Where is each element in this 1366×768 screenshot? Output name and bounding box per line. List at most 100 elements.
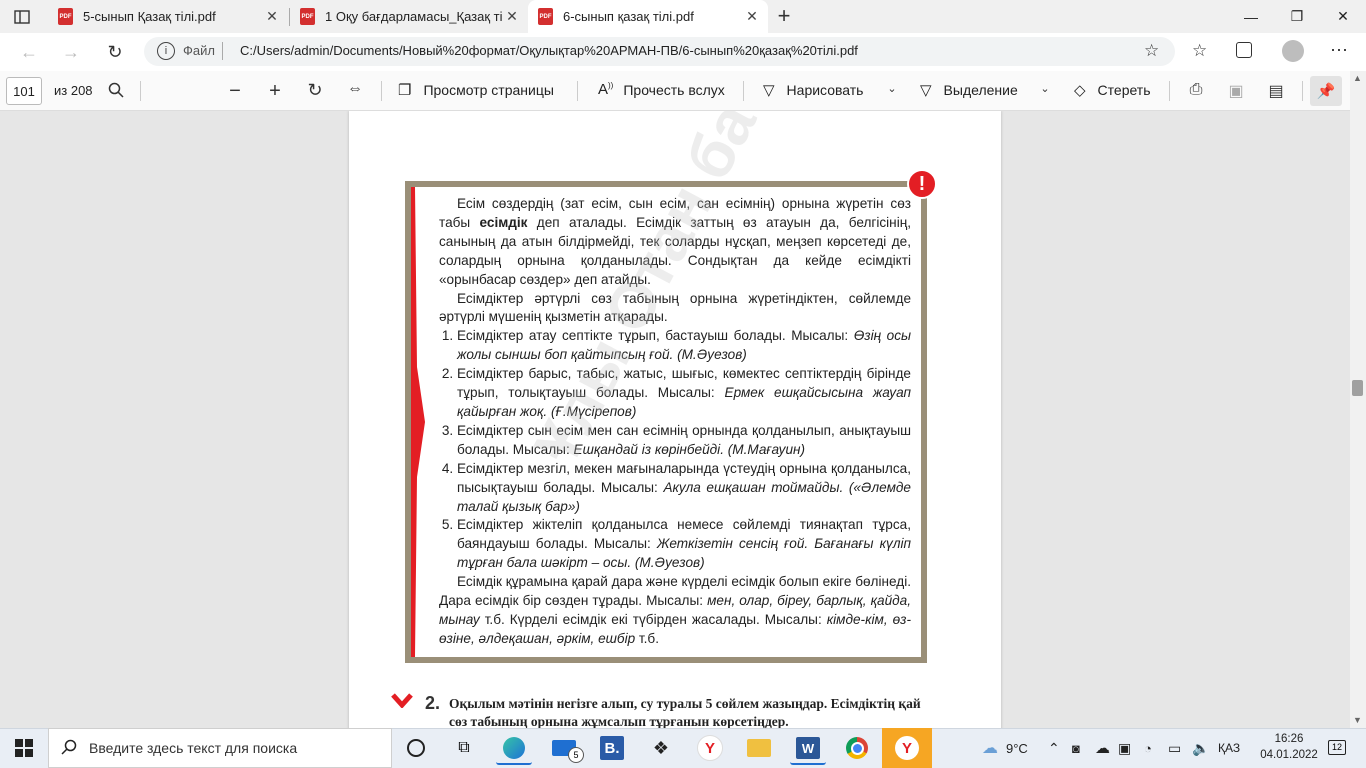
rotate-icon[interactable]: ↻: [303, 80, 327, 101]
tab-actions-icon[interactable]: [12, 7, 32, 27]
search-placeholder: Введите здесь текст для поиска: [89, 740, 298, 756]
clock-time: 16:26: [1274, 733, 1304, 745]
task-number: 2.: [425, 693, 441, 713]
zoom-out-icon[interactable]: −: [223, 80, 247, 103]
pdf-icon: PDF: [300, 8, 315, 25]
forward-button[interactable]: →: [56, 37, 86, 67]
cloud-icon: ☁: [982, 740, 998, 757]
scroll-down-icon[interactable]: ▼: [1353, 715, 1362, 725]
scroll-up-icon[interactable]: ▲: [1353, 73, 1362, 83]
red-stripe-decoration: [411, 187, 425, 657]
windows-icon: [15, 739, 33, 757]
erase-button[interactable]: ◇ Стереть: [1074, 81, 1151, 99]
toolbar-divider: [577, 81, 578, 101]
more-menu-icon[interactable]: ⋯: [1330, 40, 1348, 61]
fit-page-icon[interactable]: ⇔: [343, 80, 367, 98]
tab-1[interactable]: PDF 5-сынып Қазақ тілі.pdf ✕: [48, 0, 288, 33]
b-app-icon[interactable]: B.: [594, 733, 630, 763]
vertical-scrollbar[interactable]: [1350, 71, 1366, 728]
page-total: из 208: [54, 83, 93, 98]
weather-temp: 9°C: [1006, 740, 1028, 756]
erase-label: Стереть: [1097, 82, 1151, 98]
scrollbar-thumb[interactable]: [1352, 380, 1363, 396]
tab-3-active[interactable]: PDF 6-сынып қазақ тілі.pdf ✕: [528, 0, 768, 33]
battery-icon[interactable]: ▭: [1168, 728, 1181, 768]
draw-icon: ▽: [763, 82, 775, 99]
highlight-button[interactable]: ▽ Выделение: [920, 81, 1018, 99]
profile-avatar[interactable]: [1282, 40, 1304, 62]
draw-button[interactable]: ▽ Нарисовать: [763, 81, 863, 99]
close-window-button[interactable]: ✕: [1320, 0, 1366, 33]
list-item: Есімдіктер мезгіл, мекен мағыналарында ү…: [457, 460, 911, 517]
info-icon[interactable]: i: [157, 42, 175, 60]
print-icon[interactable]: ⎙: [1184, 81, 1208, 99]
taskbar-search-input[interactable]: Введите здесь текст для поиска: [48, 728, 392, 768]
reload-button[interactable]: ↻: [100, 37, 130, 67]
add-favorite-icon[interactable]: ☆: [1144, 41, 1159, 61]
dropbox-icon[interactable]: ❖: [643, 733, 679, 763]
restore-button[interactable]: ❐: [1274, 0, 1320, 33]
favorites-icon[interactable]: ☆: [1192, 41, 1207, 61]
minimize-button[interactable]: —: [1228, 0, 1274, 33]
new-tab-button[interactable]: +: [772, 3, 796, 28]
page-view-label: Просмотр страницы: [423, 82, 554, 98]
notification-icon: 12: [1328, 739, 1346, 755]
language-indicator[interactable]: ҚАЗ: [1218, 728, 1240, 768]
search-icon[interactable]: [108, 82, 124, 98]
document-viewport[interactable]: Есім сөздердің (зат есім, сын есім, сан …: [0, 111, 1350, 728]
pdf-icon: PDF: [58, 8, 73, 25]
draw-dropdown-icon[interactable]: ⌄: [880, 82, 904, 95]
toolbar-divider: [1169, 81, 1170, 101]
zoom-in-icon[interactable]: +: [263, 80, 287, 103]
back-button[interactable]: ←: [14, 37, 44, 67]
url-text[interactable]: C:/Users/admin/Documents/Новый%20формат/…: [240, 43, 1100, 58]
clock-date: 04.01.2022: [1260, 749, 1318, 761]
close-icon[interactable]: ✕: [502, 8, 522, 25]
read-aloud-button[interactable]: A)) Прочесть вслух: [598, 81, 725, 98]
notification-center-button[interactable]: 12: [1324, 734, 1350, 760]
save-as-icon[interactable]: ▤: [1264, 81, 1288, 101]
edge-icon[interactable]: [496, 733, 532, 765]
outro-text-3: т.б.: [635, 630, 659, 646]
pdf-icon: PDF: [538, 8, 553, 25]
file-label: Файл: [183, 43, 215, 58]
task-view-icon[interactable]: ⧉: [446, 733, 482, 763]
mail-badge: 5: [568, 747, 584, 763]
network-icon[interactable]: ◔: [1144, 728, 1152, 768]
address-divider: [222, 42, 223, 60]
highlight-label: Выделение: [943, 82, 1018, 98]
clock[interactable]: 16:26 04.01.2022: [1260, 731, 1318, 763]
checkmark-icon: [391, 693, 413, 708]
highlight-dropdown-icon[interactable]: ⌄: [1033, 82, 1057, 95]
onedrive-icon[interactable]: ☁: [1095, 728, 1110, 768]
collections-icon[interactable]: [1236, 42, 1252, 58]
list-item: Есімдіктер барыс, табыс, жатыс, шығыс, к…: [457, 365, 911, 422]
save-icon[interactable]: ▣: [1224, 81, 1248, 101]
tab-2[interactable]: PDF 1 Оқу бағдарламасы_Қазақ тілі ✕: [290, 0, 528, 33]
tray-app-icon[interactable]: ◙: [1072, 728, 1080, 768]
task-text: Оқылым мәтінін негізге алып, су туралы 5…: [449, 696, 921, 728]
weather-widget[interactable]: ☁ 9°C: [982, 728, 1028, 768]
close-icon[interactable]: ✕: [742, 8, 762, 25]
cortana-icon[interactable]: [398, 733, 434, 763]
yandex-icon[interactable]: Y: [692, 733, 728, 763]
rule-list: Есімдіктер атау септікте тұрып, бастауыш…: [439, 327, 911, 573]
close-icon[interactable]: ✕: [262, 8, 282, 25]
page-number-input[interactable]: 101: [6, 77, 42, 105]
file-explorer-icon[interactable]: [741, 733, 777, 763]
mail-icon[interactable]: 5: [546, 733, 584, 763]
page-view-button[interactable]: ❐ Просмотр страницы: [398, 81, 554, 99]
yandex-browser-icon[interactable]: Y: [882, 728, 932, 768]
word-icon[interactable]: W: [790, 733, 826, 765]
pin-toolbar-button[interactable]: 📌: [1310, 76, 1342, 106]
tray-monitor-icon[interactable]: ▣: [1118, 728, 1131, 768]
chrome-icon[interactable]: [839, 733, 875, 763]
start-button[interactable]: [0, 728, 48, 768]
list-item: Есімдіктер атау септікте тұрып, бастауыш…: [457, 327, 911, 365]
pdf-page: Есім сөздердің (зат есім, сын есім, сан …: [349, 111, 1001, 728]
toolbar-divider: [381, 81, 382, 101]
draw-label: Нарисовать: [786, 82, 864, 98]
volume-icon[interactable]: 🔈: [1192, 728, 1209, 768]
toolbar-divider: [743, 81, 744, 101]
show-hidden-icons[interactable]: ⌃: [1048, 728, 1060, 768]
